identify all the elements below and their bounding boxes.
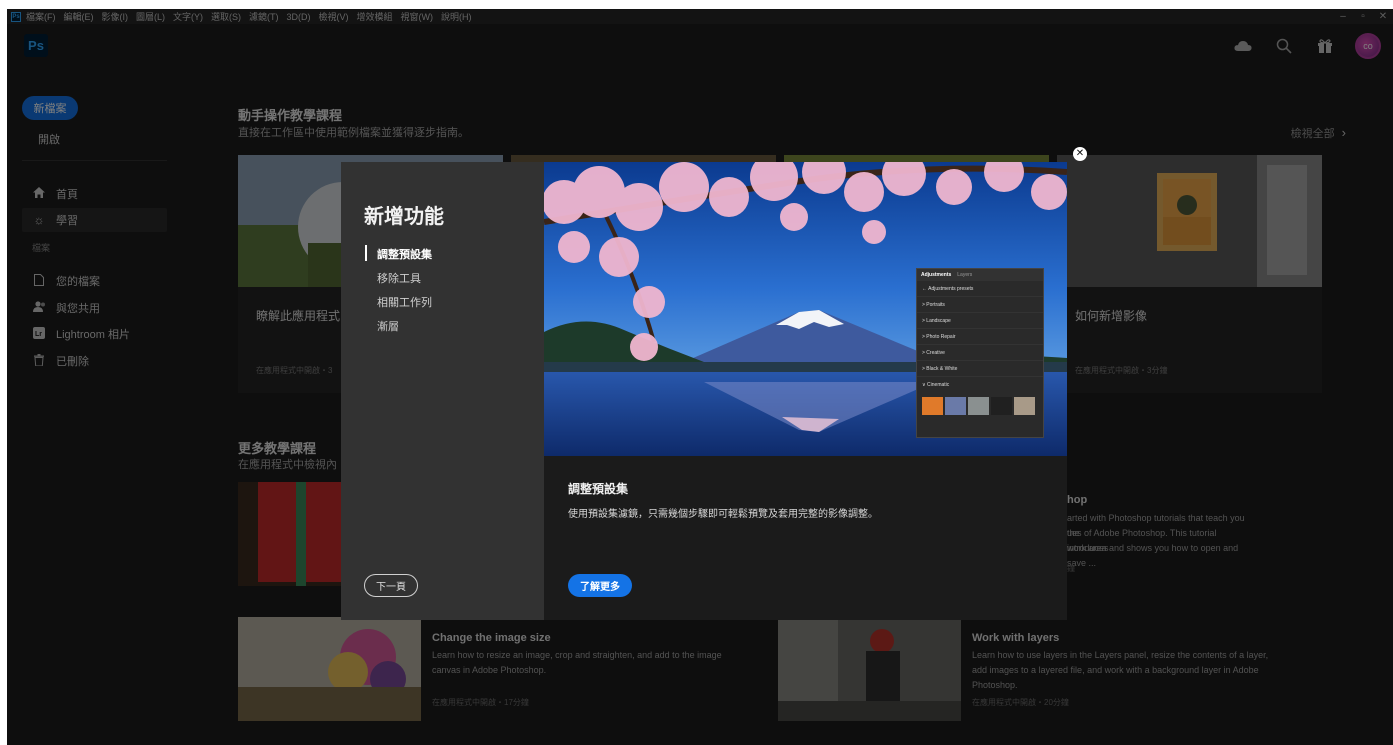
close-icon[interactable]: ✕ (1073, 147, 1087, 161)
preset-swatch (1014, 397, 1035, 415)
feature-item-gradient[interactable]: 漸層 (377, 318, 399, 334)
panel-row: ∨ Cinematic (922, 382, 950, 388)
panel-row: > Portraits (917, 297, 1043, 313)
panel-row: > Landscape (917, 313, 1043, 329)
feature-hero-image: Adjustments Layers ← Adjustments presets… (544, 162, 1067, 456)
photoshop-window: Ps 檔案(F) 編輯(E) 影像(I) 圖層(L) 文字(Y) 選取(S) 濾… (7, 9, 1393, 745)
panel-row: > Photo Repair (917, 329, 1043, 345)
preset-swatch (991, 397, 1012, 415)
feature-title: 調整預設集 (568, 482, 629, 496)
preset-swatches (917, 393, 1043, 419)
preset-swatch (945, 397, 966, 415)
whats-new-dialog: 新增功能 調整預設集 移除工具 相關工作列 漸層 下一頁 Adjustments… (341, 162, 1067, 620)
active-feature-indicator (365, 245, 367, 261)
panel-row: > Creative (917, 345, 1043, 361)
adjustments-panel-preview: Adjustments Layers ← Adjustments presets… (916, 268, 1044, 438)
panel-back-row: ← Adjustments presets (917, 281, 1043, 297)
dialog-title: 新增功能 (364, 206, 444, 228)
preset-swatch (968, 397, 989, 415)
feature-list-pane: 新增功能 調整預設集 移除工具 相關工作列 漸層 下一頁 (341, 162, 544, 620)
panel-tab-adjustments: Adjustments (921, 272, 952, 278)
panel-row: > Black & White (917, 361, 1043, 377)
feature-item-remove-tool[interactable]: 移除工具 (377, 270, 421, 286)
feature-item-adjustment-presets[interactable]: 調整預設集 (377, 246, 432, 262)
feature-detail-pane: Adjustments Layers ← Adjustments presets… (544, 162, 1067, 620)
learn-more-button[interactable]: 了解更多 (568, 574, 632, 597)
panel-tab-layers: Layers (957, 272, 973, 278)
feature-description: 使用預設集濾鏡，只需幾個步驟即可輕鬆預覽及套用完整的影像調整。 (568, 509, 878, 520)
preset-swatch (922, 397, 943, 415)
feature-item-contextual-taskbar[interactable]: 相關工作列 (377, 294, 432, 310)
next-page-button[interactable]: 下一頁 (364, 574, 418, 597)
panel-tabs: Adjustments Layers (917, 269, 1043, 281)
